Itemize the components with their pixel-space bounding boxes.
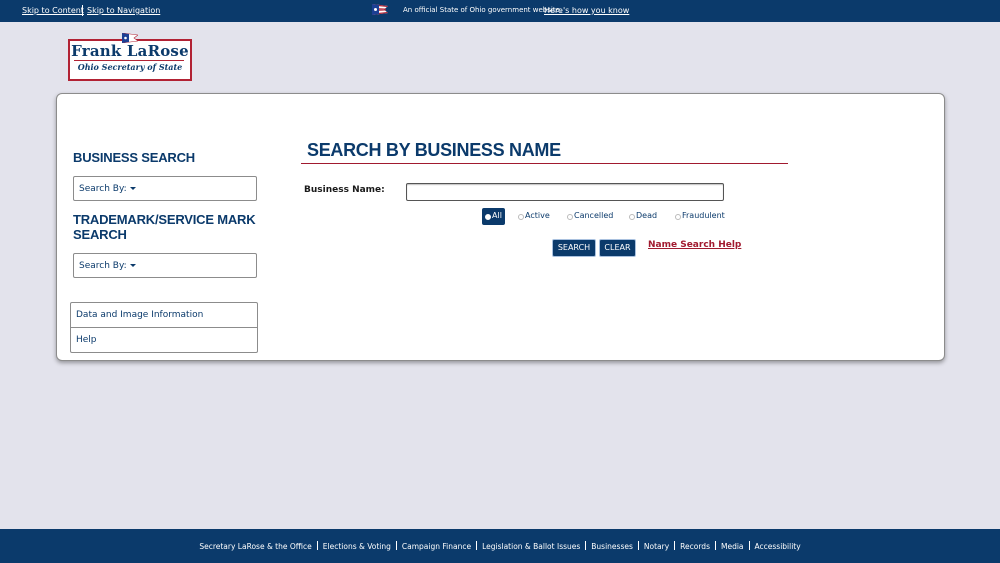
page-title: SEARCH BY BUSINESS NAME <box>307 140 561 160</box>
heading-line: TRADEMARK/SERVICE MARK <box>73 212 256 227</box>
skip-to-content-link[interactable]: Skip to Content <box>22 6 84 15</box>
radio-label: All <box>492 211 502 220</box>
ohio-flag-icon <box>372 4 388 15</box>
logo-name: Frank LaRose <box>71 42 189 60</box>
sidebar-item-data-image-info[interactable]: Data and Image Information <box>71 303 257 328</box>
business-name-label: Business Name: <box>304 185 385 195</box>
footer-link-businesses[interactable]: Businesses <box>591 542 633 551</box>
sidebar-item-label: Help <box>76 335 97 345</box>
skip-to-navigation-link[interactable]: Skip to Navigation <box>87 6 160 15</box>
clear-button[interactable]: CLEAR <box>599 239 636 257</box>
divider <box>637 541 639 550</box>
radio-icon <box>675 214 681 220</box>
radio-icon <box>567 214 573 220</box>
footer-link-elections-voting[interactable]: Elections & Voting <box>323 542 391 551</box>
divider <box>82 5 83 16</box>
caret-down-icon <box>130 264 136 267</box>
footer-link-accessibility[interactable]: Accessibility <box>755 542 801 551</box>
radio-label: Dead <box>636 211 658 220</box>
divider <box>476 541 478 550</box>
divider <box>395 541 397 550</box>
radio-label: Cancelled <box>574 211 614 220</box>
footer-link-secretary-office[interactable]: Secretary LaRose & the Office <box>199 542 311 551</box>
trademark-search-by-dropdown[interactable]: Search By: <box>73 253 257 278</box>
radio-icon <box>629 214 635 220</box>
status-radio-all[interactable]: All <box>482 208 505 225</box>
search-button[interactable]: SEARCH <box>552 239 596 257</box>
official-site-text: An official State of Ohio government web… <box>403 6 563 14</box>
footer-link-media[interactable]: Media <box>721 542 744 551</box>
caret-down-icon <box>130 187 136 190</box>
divider <box>585 541 587 550</box>
name-search-help-link[interactable]: Name Search Help <box>648 240 741 250</box>
search-panel: BUSINESS SEARCH Search By: TRADEMARK/SER… <box>56 93 945 361</box>
radio-icon <box>485 214 491 220</box>
secretary-of-state-logo[interactable]: Frank LaRose Ohio Secretary of State <box>66 33 192 81</box>
dropdown-label: Search By: <box>79 261 127 271</box>
divider <box>674 541 676 550</box>
how-you-know-link[interactable]: Here's how you know <box>544 6 629 15</box>
radio-label: Fraudulent <box>682 211 725 220</box>
business-name-input[interactable] <box>406 183 724 201</box>
logo-rule <box>74 60 184 61</box>
sidebar-item-help[interactable]: Help <box>71 328 257 352</box>
footer-link-legislation-ballot[interactable]: Legislation & Ballot Issues <box>482 542 580 551</box>
footer-link-records[interactable]: Records <box>680 542 710 551</box>
radio-icon <box>518 214 524 220</box>
dropdown-label: Search By: <box>79 184 127 194</box>
footer-link-campaign-finance[interactable]: Campaign Finance <box>402 542 471 551</box>
trademark-search-heading: TRADEMARK/SERVICE MARK SEARCH <box>73 212 256 242</box>
heading-line: SEARCH <box>73 227 127 242</box>
sidebar-item-label: Data and Image Information <box>76 310 204 320</box>
divider <box>316 541 318 550</box>
site-footer: Secretary LaRose & the Office Elections &… <box>0 529 1000 563</box>
title-divider <box>301 163 788 164</box>
divider <box>714 541 716 550</box>
business-search-heading: BUSINESS SEARCH <box>73 150 195 165</box>
divider <box>748 541 750 550</box>
sidebar-links: Data and Image Information Help <box>70 302 258 353</box>
footer-nav: Secretary LaRose & the Office Elections &… <box>0 541 1000 551</box>
official-banner: Skip to Content Skip to Navigation An of… <box>0 0 1000 22</box>
radio-label: Active <box>525 211 550 220</box>
logo-subtitle: Ohio Secretary of State <box>77 62 183 72</box>
footer-link-notary[interactable]: Notary <box>644 542 669 551</box>
business-search-by-dropdown[interactable]: Search By: <box>73 176 257 201</box>
